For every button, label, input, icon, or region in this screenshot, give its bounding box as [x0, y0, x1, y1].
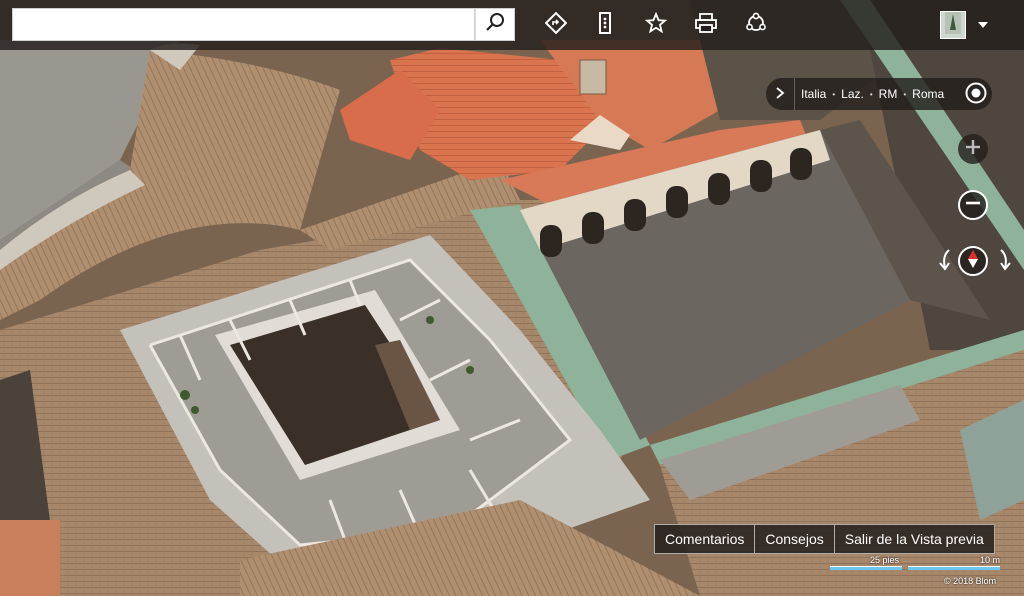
user-avatar-icon: [945, 11, 961, 39]
user-avatar[interactable]: [940, 11, 966, 39]
breadcrumb-separator: •: [869, 89, 873, 99]
breadcrumb-country[interactable]: Italia: [795, 87, 826, 101]
zoom-in-button[interactable]: [958, 134, 988, 164]
star-icon: [644, 11, 668, 39]
minus-icon: [965, 195, 981, 216]
compass-icon: [966, 249, 980, 274]
exit-preview-button[interactable]: Salir de la Vista previa: [835, 525, 994, 553]
search-button[interactable]: [475, 8, 515, 41]
chevron-right-icon: [775, 86, 785, 103]
scale-imperial-label: 25 pies: [870, 555, 900, 565]
copyright-notice: © 2018 Blom: [944, 576, 997, 586]
scale-metric-label: 10 m: [980, 555, 1001, 565]
compass-button[interactable]: [958, 246, 988, 276]
rotate-right-button[interactable]: [994, 248, 1016, 277]
zoom-out-button[interactable]: [958, 190, 988, 220]
rotate-right-arrow-icon: [997, 248, 1013, 277]
chevron-down-icon: [977, 16, 989, 34]
favorites-button[interactable]: [640, 9, 672, 41]
print-button[interactable]: [690, 9, 722, 41]
breadcrumb-separator: •: [903, 89, 907, 99]
scale-bar: 25 pies 10 m: [826, 555, 1006, 571]
top-toolbar: [0, 0, 1024, 50]
my-places-button[interactable]: [589, 9, 621, 41]
search-icon: [485, 12, 505, 37]
scale-imperial-bar: [830, 566, 902, 570]
breadcrumb-city[interactable]: Roma: [906, 87, 944, 101]
print-icon: [694, 12, 718, 39]
location-breadcrumb: Italia • Laz. • RM • Roma: [766, 78, 992, 110]
breadcrumb-separator: •: [832, 89, 836, 99]
breadcrumb-region[interactable]: Laz.: [835, 87, 864, 101]
breadcrumb-expand-button[interactable]: [766, 78, 795, 110]
search-input[interactable]: [12, 8, 475, 41]
locate-me-button[interactable]: [963, 81, 989, 107]
list-icon: [594, 11, 616, 40]
bottom-action-bar: Comentarios Consejos Salir de la Vista p…: [654, 524, 995, 554]
account-menu-button[interactable]: [976, 18, 990, 32]
directions-icon: [544, 11, 568, 39]
breadcrumb-province[interactable]: RM: [873, 87, 898, 101]
rotate-left-arrow-icon: [937, 248, 953, 277]
share-icon: [744, 11, 768, 40]
plus-icon: [965, 139, 981, 160]
tips-button[interactable]: Consejos: [755, 525, 835, 553]
share-button[interactable]: [740, 9, 772, 41]
rotate-left-button[interactable]: [934, 248, 956, 277]
scale-metric-bar: [908, 566, 1000, 570]
directions-button[interactable]: [540, 9, 572, 41]
locate-me-icon: [964, 81, 988, 108]
feedback-button[interactable]: Comentarios: [655, 525, 756, 553]
